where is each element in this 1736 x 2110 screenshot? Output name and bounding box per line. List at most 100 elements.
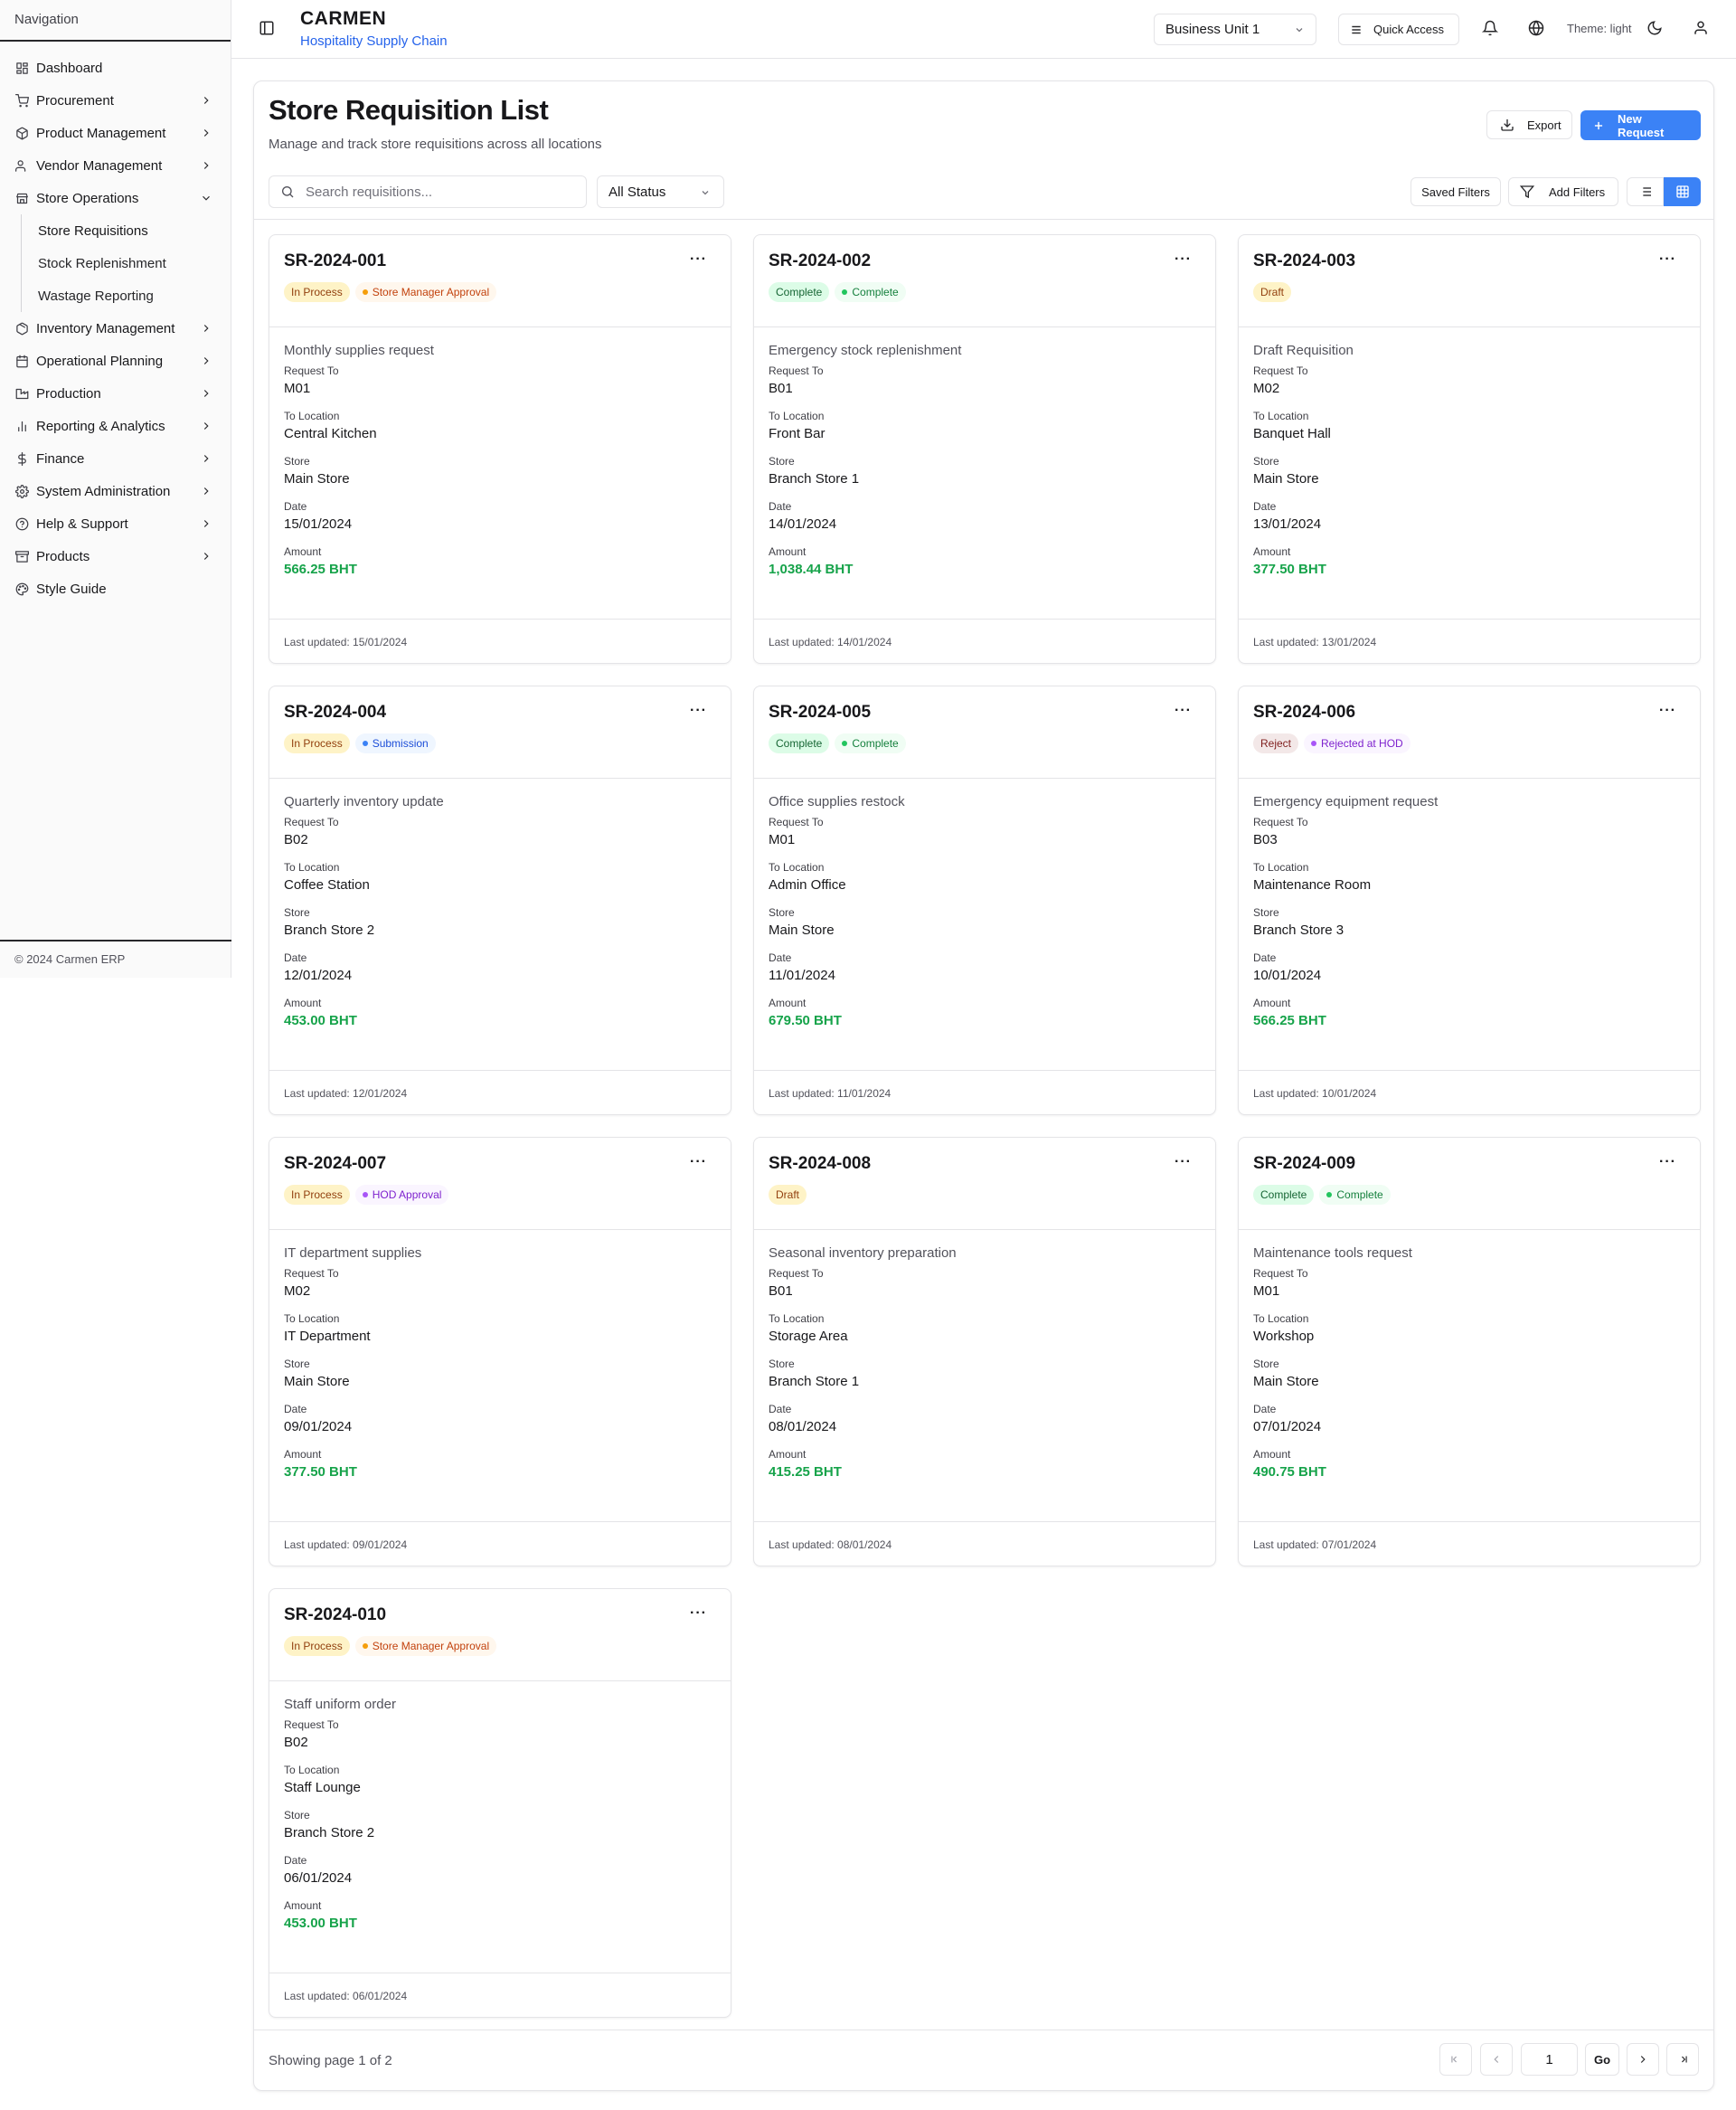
card-body: Quarterly inventory update Request To B02 T… [284,794,709,1036]
more-actions-icon[interactable]: ··· [1175,252,1192,267]
sidebar-item-inventory-management[interactable]: Inventory Management [0,312,231,345]
bell-icon[interactable] [1482,20,1498,36]
saved-filters-button[interactable]: Saved Filters [1410,177,1501,206]
divider [254,219,1713,220]
requisition-card[interactable]: SR-2024-006 ··· Reject Rejected at HOD Emerg… [1238,686,1701,1115]
list-view-toggle[interactable] [1627,177,1664,206]
divider [1239,1229,1700,1230]
sidebar-item-finance[interactable]: Finance [0,442,231,475]
add-filters-label: Add Filters [1549,185,1606,199]
export-button[interactable]: Export [1486,110,1572,139]
requisition-card[interactable]: SR-2024-005 ··· Complete Complete Office sup… [753,686,1216,1115]
requisition-card[interactable]: SR-2024-010 ··· In Process Store Manager Ap… [269,1588,731,2018]
requisition-id: SR-2024-002 [769,251,872,270]
last-page-button[interactable] [1666,2043,1699,2076]
sidebar-item-label: Style Guide [36,581,107,597]
quick-access-button[interactable]: Quick Access [1338,14,1459,45]
amount-value: 679.50 BHT [769,1013,842,1028]
sidebar-subitem-stock-replenishment[interactable]: Stock Replenishment [38,247,231,279]
last-updated: Last updated: 14/01/2024 [769,636,892,648]
user-icon[interactable] [1693,20,1709,36]
stage-label: Submission [372,737,429,750]
sidebar-toggle-icon[interactable] [259,20,275,36]
amount-label: Amount [769,545,807,558]
requisition-card[interactable]: SR-2024-008 ··· Draft Seasonal inventory pr… [753,1137,1216,1566]
requisition-card[interactable]: SR-2024-002 ··· Complete Complete Emergency … [753,234,1216,664]
new-request-button[interactable]: New Request [1580,110,1701,140]
date-label: Date [1253,500,1277,513]
requisition-description: Maintenance tools request [1253,1245,1412,1261]
request-to-value: M02 [1253,381,1280,396]
plus-icon [1592,119,1605,132]
business-unit-select[interactable]: Business Unit 1 [1154,14,1316,45]
badge-group: Draft [769,1185,807,1205]
requisition-card[interactable]: SR-2024-009 ··· Complete Complete Maintenanc… [1238,1137,1701,1566]
store-label: Store [284,1358,310,1370]
status-badge: Draft [769,1185,807,1205]
more-actions-icon[interactable]: ··· [1659,704,1676,718]
sidebar-item-system-administration[interactable]: System Administration [0,475,231,507]
requisition-card[interactable]: SR-2024-003 ··· Draft Draft Requisition Requ… [1238,234,1701,664]
store-value: Branch Store 2 [284,1825,375,1840]
next-page-button[interactable] [1627,2043,1659,2076]
previous-page-button[interactable] [1480,2043,1513,2076]
sidebar-item-help-support[interactable]: Help & Support [0,507,231,540]
more-actions-icon[interactable]: ··· [690,1606,707,1621]
sidebar-item-label: Inventory Management [36,320,175,336]
page-number-input[interactable]: 1 [1521,2043,1578,2076]
requisition-id: SR-2024-006 [1253,703,1356,722]
stage-label: Complete [852,737,899,750]
sidebar-item-products[interactable]: Products [0,540,231,572]
requisition-card[interactable]: SR-2024-001 ··· In Process Store Manager Ap… [269,234,731,664]
more-actions-icon[interactable]: ··· [1175,704,1192,718]
request-to-value: B01 [769,1283,793,1299]
badge-group: In Process HOD Approval [284,1185,449,1205]
date-label: Date [1253,1403,1277,1415]
status-dot-icon [362,741,368,746]
first-page-button[interactable] [1439,2043,1472,2076]
sidebar-item-store-operations[interactable]: Store Operations [0,182,231,214]
sidebar-item-production[interactable]: Production [0,377,231,410]
grid-view-toggle[interactable] [1664,177,1701,206]
requisition-card[interactable]: SR-2024-007 ··· In Process HOD Approval IT d… [269,1137,731,1566]
search-input[interactable] [306,184,575,200]
grid-icon [1675,185,1690,199]
globe-icon[interactable] [1528,20,1544,36]
sidebar-item-operational-planning[interactable]: Operational Planning [0,345,231,377]
sidebar-item-vendor-management[interactable]: Vendor Management [0,149,231,182]
chevron-right-icon [200,127,212,139]
sidebar-subitem-store-requisitions[interactable]: Store Requisitions [38,214,231,247]
last-updated: Last updated: 06/01/2024 [284,1990,408,2002]
requisition-card[interactable]: SR-2024-004 ··· In Process Submission Quarte… [269,686,731,1115]
requisition-description: Seasonal inventory preparation [769,1245,957,1261]
sidebar-item-procurement[interactable]: Procurement [0,84,231,117]
more-actions-icon[interactable]: ··· [1659,1155,1676,1169]
request-to-value: B03 [1253,832,1278,847]
go-button[interactable]: Go [1585,2043,1619,2076]
more-actions-icon[interactable]: ··· [690,252,707,267]
store-label: Store [284,1809,310,1821]
divider [269,1680,731,1681]
more-actions-icon[interactable]: ··· [690,1155,707,1169]
status-filter-select[interactable]: All Status [597,175,724,208]
sidebar-item-style-guide[interactable]: Style Guide [0,572,231,605]
moon-icon[interactable] [1646,20,1663,36]
add-filters-button[interactable]: Add Filters [1508,177,1618,206]
amount-label: Amount [1253,545,1291,558]
sidebar-item-reporting-analytics[interactable]: Reporting & Analytics [0,410,231,442]
status-badge: In Process [284,733,350,753]
store-label: Store [769,455,795,468]
requisition-description: Draft Requisition [1253,343,1354,358]
requisition-description: Emergency stock replenishment [769,343,962,358]
sidebar-item-dashboard[interactable]: Dashboard [0,52,231,84]
more-actions-icon[interactable]: ··· [1659,252,1676,267]
request-to-label: Request To [1253,816,1308,828]
request-to-value: M01 [769,832,796,847]
sidebar-subitem-wastage-reporting[interactable]: Wastage Reporting [38,279,231,312]
more-actions-icon[interactable]: ··· [1175,1155,1192,1169]
card-body: Maintenance tools request Request To M01 To… [1253,1245,1678,1488]
divider [1239,778,1700,779]
sidebar-item-product-management[interactable]: Product Management [0,117,231,149]
status-filter-value: All Status [609,185,666,200]
more-actions-icon[interactable]: ··· [690,704,707,718]
